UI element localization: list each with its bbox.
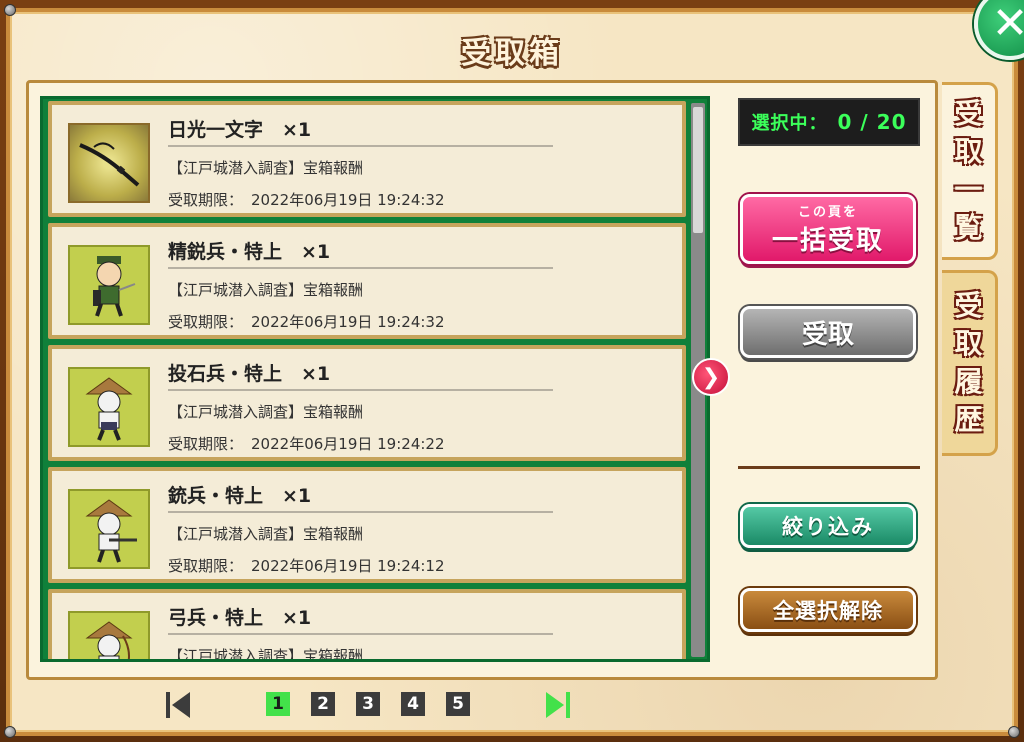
frame-rivet (1008, 726, 1020, 738)
tab-receive-list[interactable]: 受 取 一 覧 (942, 82, 998, 260)
deadline-value: 2022年06月19日 19:24:32 (251, 191, 445, 209)
filter-button[interactable]: 絞り込み (740, 504, 916, 548)
sword-icon (68, 123, 150, 203)
item-deadline: 受取期限： 2022年06月19日 19:24:12 (168, 555, 445, 576)
item-source: 【江戸城潜入調査】宝箱報酬 (168, 647, 364, 661)
scrollbar-thumb[interactable] (693, 107, 703, 233)
clear-selection-label: 全選択解除 (773, 598, 883, 623)
close-icon: ✕ (991, 0, 1024, 49)
stone-thrower-icon (68, 367, 150, 447)
tab-char: 履 (954, 365, 983, 398)
item-divider (168, 145, 553, 147)
archer-icon (68, 611, 150, 659)
item-divider (168, 267, 553, 269)
list-item[interactable]: 日光一文字 ×1 【江戸城潜入調査】宝箱報酬 受取期限： 2022年06月19日 … (48, 101, 686, 217)
tab-char: 取 (954, 135, 983, 168)
item-source: 【江戸城潜入調査】宝箱報酬 (168, 525, 364, 543)
deadline-value: 2022年06月19日 19:24:22 (251, 435, 445, 453)
receive-label: 受取 (801, 319, 854, 350)
window-title: 受取箱 (461, 36, 563, 71)
item-divider (168, 633, 553, 635)
item-name: 投石兵・特上 ×1 (168, 363, 331, 385)
tab-char: 受 (954, 97, 983, 130)
frame-rivet (4, 726, 16, 738)
tab-char: 歴 (954, 403, 983, 436)
tab-char: 覧 (954, 211, 983, 244)
page-4-button[interactable]: 4 (401, 692, 425, 716)
deadline-label: 受取期限： (168, 191, 244, 209)
next-arrow-button[interactable]: ❯ (692, 358, 730, 396)
item-source: 【江戸城潜入調査】宝箱報酬 (168, 281, 364, 299)
filter-label: 絞り込み (782, 514, 874, 539)
tab-char: 取 (954, 327, 983, 360)
page-3-button[interactable]: 3 (356, 692, 380, 716)
list-item[interactable]: 投石兵・特上 ×1 【江戸城潜入調査】宝箱報酬 受取期限： 2022年06月19日… (48, 345, 686, 461)
item-divider (168, 511, 553, 513)
item-name: 弓兵・特上 ×1 (168, 607, 312, 629)
list-item[interactable]: 精鋭兵・特上 ×1 【江戸城潜入調査】宝箱報酬 受取期限： 2022年06月19日… (48, 223, 686, 339)
item-divider (168, 389, 553, 391)
pagination: 1 2 3 4 5 (160, 688, 580, 720)
clear-selection-button[interactable]: 全選択解除 (740, 588, 916, 632)
bulk-receive-subtitle: この頁を (797, 205, 858, 220)
bulk-receive-label: 一括受取 (771, 226, 884, 256)
chevron-right-icon: ❯ (701, 364, 721, 390)
first-page-button[interactable] (164, 690, 192, 720)
item-deadline: 受取期限： 2022年06月19日 19:24:22 (168, 433, 445, 454)
selection-counter: 選択中： 0 / 20 (738, 98, 920, 146)
deadline-label: 受取期限： (168, 313, 244, 331)
page-5-button[interactable]: 5 (446, 692, 470, 716)
deadline-label: 受取期限： (168, 435, 244, 453)
item-deadline: 受取期限： 2022年06月19日 19:24:32 (168, 311, 445, 332)
item-source: 【江戸城潜入調査】宝箱報酬 (168, 159, 364, 177)
tab-char: 一 (954, 173, 983, 206)
elite-soldier-icon (68, 245, 150, 325)
deadline-label: 受取期限： (168, 557, 244, 575)
selection-label: 選択中： (751, 113, 828, 134)
skip-first-icon (166, 692, 190, 718)
controls-divider (738, 466, 920, 469)
reward-list: 日光一文字 ×1 【江戸城潜入調査】宝箱報酬 受取期限： 2022年06月19日 … (40, 96, 710, 662)
item-name: 日光一文字 ×1 (168, 119, 312, 141)
gunner-icon (68, 489, 150, 569)
list-item[interactable]: 弓兵・特上 ×1 【江戸城潜入調査】宝箱報酬 (48, 589, 686, 661)
tab-char: 受 (954, 289, 983, 322)
list-item[interactable]: 銃兵・特上 ×1 【江戸城潜入調査】宝箱報酬 受取期限： 2022年06月19日 … (48, 467, 686, 583)
item-deadline: 受取期限： 2022年06月19日 19:24:32 (168, 189, 445, 210)
page-1-button[interactable]: 1 (266, 692, 290, 716)
item-name: 精鋭兵・特上 ×1 (168, 241, 331, 263)
tab-receive-history[interactable]: 受 取 履 歴 (942, 270, 998, 456)
page-2-button[interactable]: 2 (311, 692, 335, 716)
deadline-value: 2022年06月19日 19:24:32 (251, 313, 445, 331)
last-page-button[interactable] (544, 690, 572, 720)
item-source: 【江戸城潜入調査】宝箱報酬 (168, 403, 364, 421)
bulk-receive-button[interactable]: この頁を 一括受取 (740, 194, 916, 264)
receive-button[interactable]: 受取 (740, 306, 916, 358)
selection-value: 0 / 20 (837, 110, 907, 134)
item-name: 銃兵・特上 ×1 (168, 485, 312, 507)
skip-last-icon (546, 692, 570, 718)
frame-rivet (4, 4, 16, 16)
deadline-value: 2022年06月19日 19:24:12 (251, 557, 445, 575)
